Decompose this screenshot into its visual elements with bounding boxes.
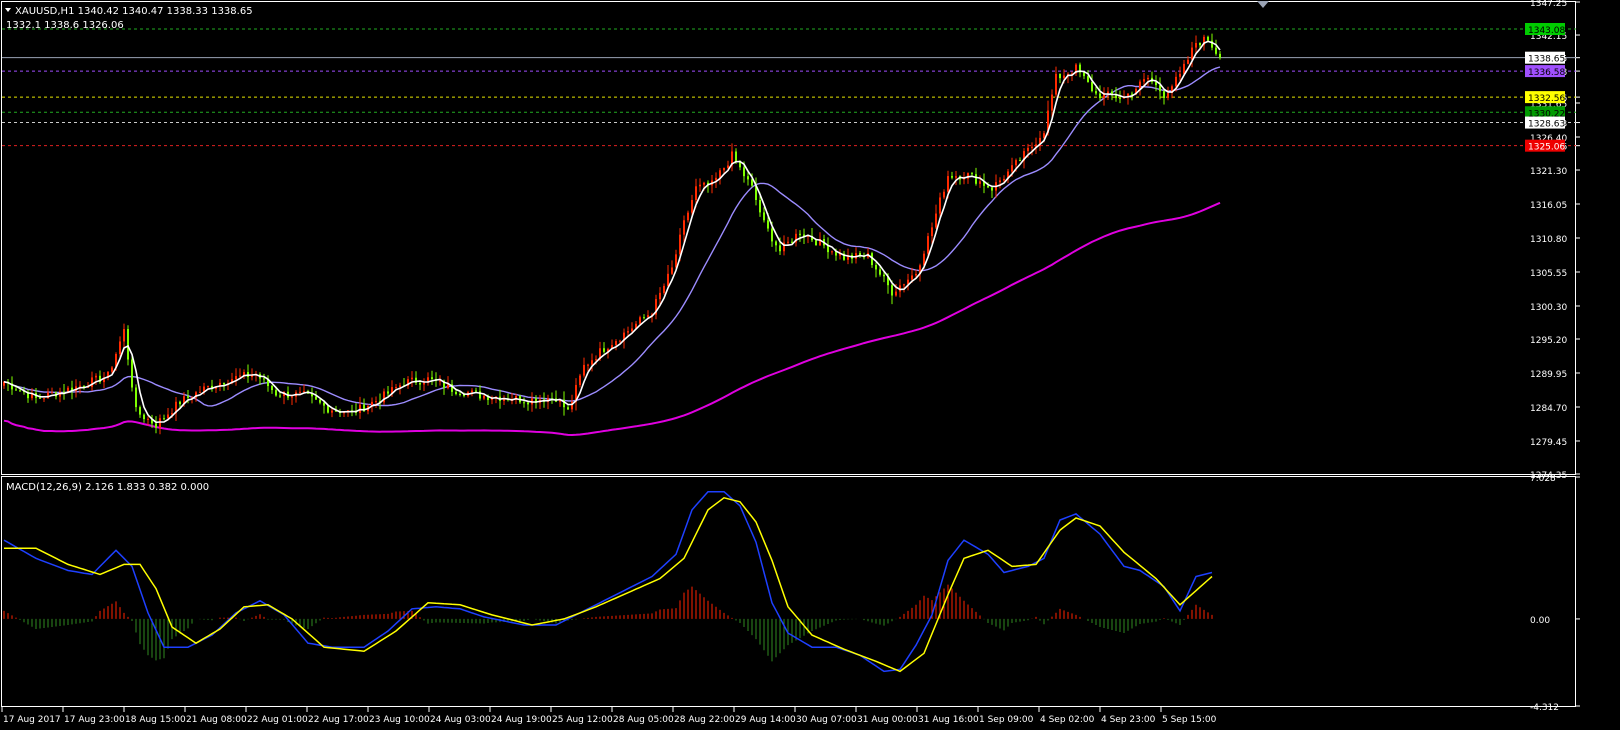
svg-text:1328.63: 1328.63 (1528, 120, 1565, 130)
time-tick-label: 31 Aug 16:00 (918, 715, 979, 725)
time-tick-label: 1 Sep 09:00 (979, 715, 1034, 725)
price-tick-label: 1300.30 (1530, 303, 1567, 313)
time-tick-label: 17 Aug 2017 (3, 715, 61, 725)
time-tick-label: 24 Aug 19:00 (491, 715, 552, 725)
price-level-label: 1332.56 (1525, 91, 1565, 104)
time-tick-label: 28 Aug 22:00 (674, 715, 735, 725)
price-level-label: 1325.06 (1525, 139, 1565, 153)
price-tick-label: 1347.25 (1530, 0, 1567, 9)
time-tick-label: 25 Aug 12:00 (552, 715, 613, 725)
macd-tick-label: 0.00 (1530, 616, 1550, 626)
price-tick-label: 1316.05 (1530, 201, 1567, 211)
price-tick-label: 1284.70 (1530, 404, 1567, 414)
time-tick-label: 30 Aug 07:00 (796, 715, 857, 725)
price-tick-label: 1310.80 (1530, 235, 1567, 245)
time-tick-label: 22 Aug 01:00 (247, 715, 308, 725)
time-tick-label: 4 Sep 02:00 (1040, 715, 1095, 725)
candle (131, 356, 133, 392)
svg-text:1336.58: 1336.58 (1528, 68, 1565, 78)
price-tick-label: 1279.45 (1530, 438, 1567, 448)
svg-text:1338.65: 1338.65 (1528, 55, 1565, 65)
time-tick-label: 21 Aug 08:00 (186, 715, 247, 725)
price-tick-label: 1305.55 (1530, 269, 1567, 279)
price-level-label: 1328.63 (1525, 116, 1565, 130)
macd-tick-label: 7.028 (1530, 474, 1556, 484)
time-tick-label: 22 Aug 17:00 (308, 715, 369, 725)
chart-background (0, 0, 1620, 730)
time-tick-label: 31 Aug 00:00 (857, 715, 918, 725)
price-level-label: 1343.08 (1525, 22, 1565, 36)
price-tick-label: 1295.20 (1530, 336, 1567, 346)
symbol-info: XAUUSD,H1 1340.42 1340.47 1338.33 1338.6… (15, 6, 253, 17)
time-tick-label: 29 Aug 14:00 (735, 715, 796, 725)
svg-text:1325.06: 1325.06 (1528, 143, 1565, 153)
macd-title: MACD(12,26,9) 2.126 1.833 0.382 0.000 (6, 482, 209, 493)
svg-text:1332.56: 1332.56 (1528, 94, 1565, 104)
price-tick-label: 1321.30 (1530, 167, 1567, 177)
time-tick-label: 4 Sep 23:00 (1101, 715, 1156, 725)
price-tick-label: 1289.95 (1530, 370, 1567, 380)
macd-tick-label: -4.312 (1530, 703, 1559, 713)
ohlc-info: 1332.1 1338.6 1326.06 (6, 20, 124, 31)
price-level-label: 1338.65 (1525, 51, 1565, 65)
trading-chart[interactable]: XAUUSD,H1 1340.42 1340.47 1338.33 1338.6… (0, 0, 1620, 730)
time-tick-label: 5 Sep 15:00 (1162, 715, 1217, 725)
time-tick-label: 18 Aug 15:00 (125, 715, 186, 725)
price-level-label: 1336.58 (1525, 65, 1565, 78)
time-tick-label: 17 Aug 23:00 (64, 715, 125, 725)
svg-text:1343.08: 1343.08 (1528, 26, 1565, 36)
time-tick-label: 28 Aug 05:00 (613, 715, 674, 725)
time-tick-label: 23 Aug 10:00 (369, 715, 430, 725)
time-tick-label: 24 Aug 03:00 (430, 715, 491, 725)
